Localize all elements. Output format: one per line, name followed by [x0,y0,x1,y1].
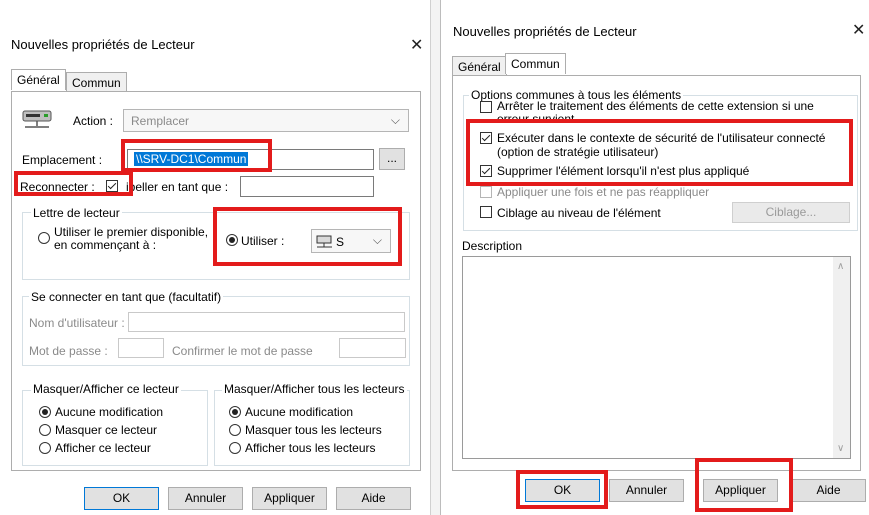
hide-option-hide-radio[interactable] [39,424,51,436]
left-apply-button[interactable]: Appliquer [252,487,327,510]
password-input[interactable] [118,338,164,358]
stop-on-error-checkbox[interactable] [480,101,492,113]
highlight-security-options [466,119,853,186]
description-label: Description [462,239,523,253]
hide-option-show-label: Afficher ce lecteur [55,441,151,455]
left-tab-general[interactable]: Général [11,69,66,90]
browse-button[interactable]: ... [379,148,405,170]
left-ok-button[interactable]: OK [84,487,159,510]
drive-icon [22,108,54,130]
action-value: Remplacer [131,114,190,128]
description-textarea[interactable]: ∧ ∨ [462,256,851,459]
stop-on-error-label-1: Arrêter le traitement des éléments de ce… [497,99,814,113]
action-label: Action : [73,114,114,128]
hideall-option-none-radio[interactable] [229,406,241,418]
hideall-option-none-label: Aucune modification [245,405,354,419]
highlight-utiliser [213,207,402,266]
hideall-option-show-radio[interactable] [229,442,241,454]
right-tab-commun[interactable]: Commun [505,53,566,74]
hideall-option-hide-label: Masquer tous les lecteurs [245,423,382,437]
hide-all-group-title: Masquer/Afficher tous les lecteurs [222,382,407,396]
right-dialog: Nouvelles propriétés de Lecteur ✕ Généra… [440,0,869,515]
hide-option-none-radio[interactable] [39,406,51,418]
apply-once-checkbox[interactable] [480,186,492,198]
first-available-label-1: Utiliser le premier disponible, [54,225,209,239]
hideall-option-hide-radio[interactable] [229,424,241,436]
first-available-radio[interactable] [38,232,50,244]
connect-group-title: Se connecter en tant que (facultatif) [29,290,224,304]
left-tab-commun[interactable]: Commun [66,72,127,93]
hide-option-none-label: Aucune modification [55,405,164,419]
hide-drive-group-title: Masquer/Afficher ce lecteur [31,382,181,396]
apply-once-label: Appliquer une fois et ne pas réappliquer [497,185,710,199]
confirm-password-input[interactable] [339,338,406,358]
scroll-up-icon[interactable]: ∧ [837,261,844,272]
left-close-icon[interactable]: ✕ [410,35,423,55]
right-dialog-title: Nouvelles propriétés de Lecteur [453,24,637,39]
item-targeting-checkbox[interactable] [480,206,492,218]
right-help-button[interactable]: Aide [791,479,866,502]
right-tab-general[interactable]: Général [452,56,507,77]
username-input[interactable] [128,312,405,332]
right-close-icon[interactable]: ✕ [852,20,865,40]
highlight-reconnect [14,171,133,196]
libeller-input[interactable] [240,176,374,197]
chevron-down-icon: ⌵ [390,113,400,127]
hide-option-hide-label: Masquer ce lecteur [55,423,158,437]
password-label: Mot de passe : [29,344,108,358]
lettre-group-title: Lettre de lecteur [31,206,122,220]
highlight-ok [516,470,608,509]
description-scrollbar[interactable]: ∧ ∨ [833,257,850,458]
hide-option-show-radio[interactable] [39,442,51,454]
highlight-apply [695,458,793,512]
targeting-button[interactable]: Ciblage... [732,202,850,223]
left-dialog: Nouvelles propriétés de Lecteur ✕ Généra… [0,0,430,515]
left-dialog-title: Nouvelles propriétés de Lecteur [11,37,195,52]
hideall-option-show-label: Afficher tous les lecteurs [245,441,376,455]
highlight-emplacement [121,139,272,172]
action-select[interactable]: Remplacer ⌵ [123,109,409,132]
left-cancel-button[interactable]: Annuler [168,487,243,510]
emplacement-label: Emplacement : [22,153,103,167]
right-cancel-button[interactable]: Annuler [609,479,684,502]
confirm-password-label: Confirmer le mot de passe [172,344,313,358]
username-label: Nom d'utilisateur : [29,316,125,330]
scroll-down-icon[interactable]: ∨ [837,443,844,454]
libeller-label: ibeller en tant que : [126,180,229,194]
item-targeting-label: Ciblage au niveau de l'élément [497,206,661,220]
first-available-label-2: en commençant à : [54,238,157,252]
left-help-button[interactable]: Aide [336,487,411,510]
